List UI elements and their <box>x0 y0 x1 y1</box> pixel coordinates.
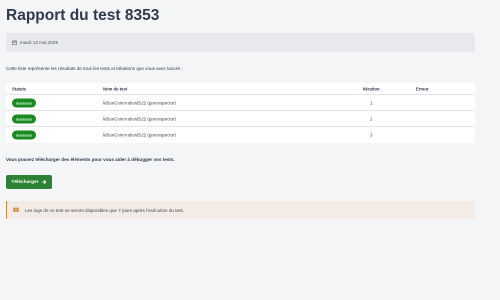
status-badge: success <box>12 130 36 140</box>
results-table: Statuts Nom du test Itération Erreur suc… <box>6 83 475 143</box>
test-name: leBonCoinAndroidS22 (greenspector) <box>103 116 176 121</box>
arrow-right-icon <box>41 179 46 185</box>
header-iteration: Itération <box>363 86 380 91</box>
iteration-value: 3 <box>370 132 373 138</box>
calendar-icon <box>12 40 17 45</box>
page-title: Rapport du test 8353 <box>6 7 160 24</box>
date-text: mardi 13 mai 2025 <box>20 40 59 45</box>
download-button[interactable]: Télécharger <box>6 175 52 189</box>
header-error: Erreur <box>416 86 429 91</box>
status-badge: success <box>12 98 36 107</box>
header-name: Nom du test <box>103 86 128 91</box>
status-badge: success <box>12 114 36 123</box>
iteration-value: 1 <box>370 100 373 105</box>
table-row[interactable]: success leBonCoinAndroidS22 (greenspecto… <box>6 111 475 127</box>
flag-icon <box>13 207 19 212</box>
table-header: Statuts Nom du test Itération Erreur <box>6 83 475 95</box>
intro-text: Cette liste représente les résultats de … <box>6 66 183 71</box>
table-row[interactable]: success leBonCoinAndroidS22 (greenspecto… <box>6 95 475 111</box>
date-bar: mardi 13 mai 2025 <box>6 33 475 52</box>
notice-text: Les logs de ce test ne seront disponible… <box>25 207 184 213</box>
header-status: Statuts <box>12 86 27 91</box>
iteration-value: 2 <box>370 116 373 121</box>
test-name: leBonCoinAndroidS22 (greenspector) <box>103 100 176 105</box>
test-name: leBonCoinAndroidS22 (greenspector) <box>103 132 176 138</box>
download-button-label: Télécharger <box>11 179 39 185</box>
download-description: Vous pouvez télécharger des éléments pou… <box>6 157 175 162</box>
table-row[interactable]: success leBonCoinAndroidS22 (greenspecto… <box>6 127 475 143</box>
logs-notice: Les logs de ce test ne seront disponible… <box>6 201 475 219</box>
